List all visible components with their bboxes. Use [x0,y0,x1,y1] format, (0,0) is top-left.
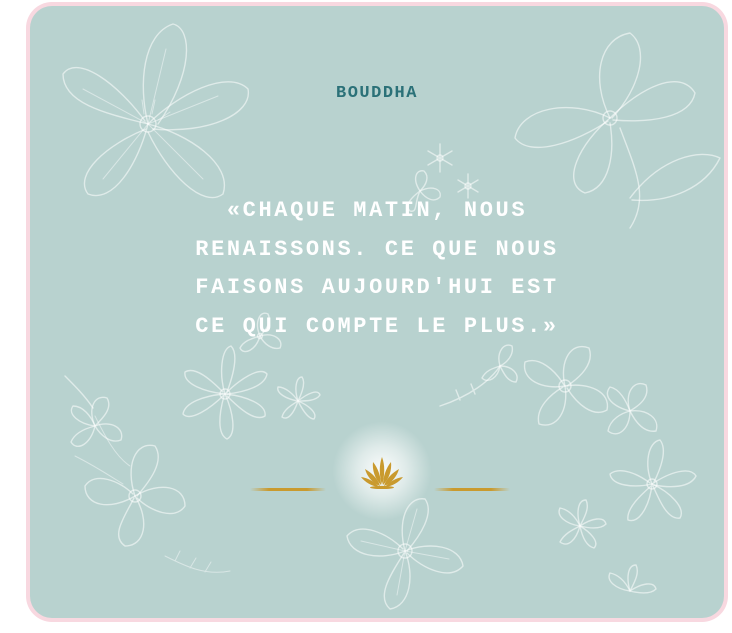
daisy-bottom-right-2 [608,564,657,594]
daisy-bottom-right [609,439,697,522]
lotus-icon [361,457,403,489]
flower-bottom-left [74,415,231,573]
divider-ornament [242,421,522,521]
author-name: BOUDDHA [336,84,418,103]
divider-line-right [434,488,510,491]
quote-card: BOUDDHA «CHAQUE MATIN, NOUS RENAISSONS. … [30,6,724,618]
flower-right-mid-3 [439,344,518,407]
quote-line: CE QUI COMPTE LE PLUS.» [195,313,559,339]
flower-left-upper [64,375,123,447]
flower-top-left [62,23,249,199]
daisy-bottom-right-small [558,499,607,549]
quote-line: RENAISSONS. CE QUE NOUS [195,236,559,262]
flower-right-mid [523,345,609,426]
quote-line: «CHAQUE MATIN, NOUS [226,198,528,223]
flower-small-1 [427,143,453,173]
daisy-small-left [277,376,321,420]
flower-right-mid-2 [606,382,658,435]
quote-line: FAISONS AUJOURD'HUI EST [195,275,559,300]
card-frame: BOUDDHA «CHAQUE MATIN, NOUS RENAISSONS. … [26,2,728,622]
divider-line-left [250,488,326,491]
quote-text: «CHAQUE MATIN, NOUS RENAISSONS. CE QUE N… [127,192,627,346]
